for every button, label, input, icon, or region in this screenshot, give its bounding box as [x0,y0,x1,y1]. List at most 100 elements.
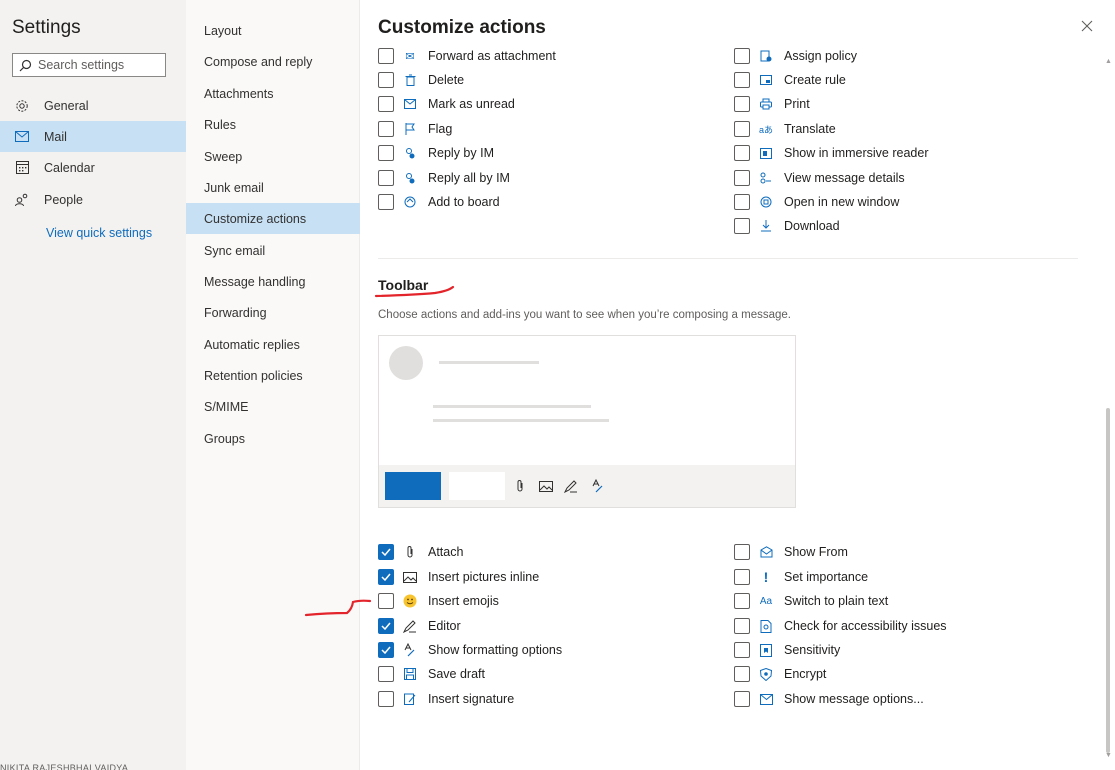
checkbox[interactable] [378,48,394,64]
checkbox[interactable] [378,72,394,88]
mid-item-rules[interactable]: Rules [186,109,360,140]
checkbox[interactable] [734,194,750,210]
option-reply-all-by-im[interactable]: Reply all by IM [378,168,510,188]
option-label: Delete [428,73,465,87]
mid-item-attachments[interactable]: Attachments [186,78,360,109]
checkbox[interactable] [734,618,750,634]
toolbar-option-editor[interactable]: Editor [378,616,461,636]
option-label: Save draft [428,667,485,681]
checkbox-checked[interactable] [378,618,394,634]
toolbar-option-show-formatting-options[interactable]: Show formatting options [378,640,562,660]
editor-pen-icon [563,478,579,494]
mid-item-retention-policies[interactable]: Retention policies [186,360,360,391]
option-add-to-board[interactable]: Add to board [378,192,500,212]
toolbar-option-check-accessibility[interactable]: Check for accessibility issues [734,616,947,636]
mid-item-forwarding[interactable]: Forwarding [186,297,360,328]
mid-item-sweep[interactable]: Sweep [186,141,360,172]
toolbar-option-show-from[interactable]: Show From [734,542,848,562]
option-assign-policy[interactable]: Assign policy [734,48,857,66]
nav-calendar[interactable]: Calendar [0,152,186,183]
option-label: Reply all by IM [428,171,510,185]
checkbox[interactable] [734,544,750,560]
preview-line [433,405,591,408]
format-icon [590,478,606,494]
toolbar-option-insert-emojis[interactable]: Insert emojis [378,591,499,611]
toolbar-option-sensitivity[interactable]: Sensitivity [734,640,840,660]
mid-item-groups[interactable]: Groups [186,423,360,454]
mid-item-message-handling[interactable]: Message handling [186,266,360,297]
scrollbar[interactable]: ▲ ▼ [1103,48,1113,768]
checkbox[interactable] [378,145,394,161]
checkbox[interactable] [734,642,750,658]
option-view-message-details[interactable]: View message details [734,168,905,188]
option-label: Set importance [784,570,869,584]
mid-item-smime[interactable]: S/MIME [186,391,360,422]
checkbox[interactable] [378,96,394,112]
option-reply-by-im[interactable]: Reply by IM [378,143,494,163]
scroll-down-arrow-icon[interactable]: ▼ [1105,752,1112,759]
checkbox[interactable] [734,48,750,64]
checkbox[interactable] [734,96,750,112]
toolbar-option-encrypt[interactable]: Encrypt [734,664,826,684]
checkbox[interactable] [734,569,750,585]
mid-item-junk-email[interactable]: Junk email [186,172,360,203]
checkbox[interactable] [378,121,394,137]
nav-mail[interactable]: Mail [0,121,186,152]
checkbox[interactable] [734,666,750,682]
option-translate[interactable]: aあ Translate [734,119,836,139]
checkbox[interactable] [734,691,750,707]
option-label: Check for accessibility issues [784,619,947,633]
toolbar-option-set-importance[interactable]: ! Set importance [734,567,868,587]
checkbox[interactable] [378,170,394,186]
checkbox[interactable] [378,194,394,210]
toolbar-option-insert-signature[interactable]: Insert signature [378,689,514,709]
checkbox[interactable] [378,666,394,682]
option-label: Insert signature [428,692,515,706]
option-download[interactable]: Download [734,216,840,236]
checkbox[interactable] [734,145,750,161]
mid-item-compose-and-reply[interactable]: Compose and reply [186,46,360,77]
option-print[interactable]: Print [734,94,810,114]
option-flag[interactable]: Flag [378,119,452,139]
option-forward-as-attachment[interactable]: ✉ Forward as attachment [378,48,556,66]
nav-calendar-label: Calendar [44,160,95,175]
checkbox[interactable] [378,691,394,707]
mid-item-layout[interactable]: Layout [186,15,360,46]
scroll-up-arrow-icon[interactable]: ▲ [1105,58,1112,65]
toolbar-option-attach[interactable]: Attach [378,542,463,562]
checkbox-checked[interactable] [378,642,394,658]
mid-item-customize-actions[interactable]: Customize actions [186,203,360,234]
option-label: View message details [784,171,905,185]
flag-icon [402,121,418,137]
close-icon [1081,20,1093,32]
toolbar-option-save-draft[interactable]: Save draft [378,664,485,684]
checkbox[interactable] [734,121,750,137]
scroll-thumb[interactable] [1106,408,1110,753]
mid-item-sync-email[interactable]: Sync email [186,235,360,266]
nav-general[interactable]: General [0,90,186,121]
option-label: Insert pictures inline [428,570,540,584]
search-settings-input[interactable]: Search settings [12,53,166,77]
option-delete[interactable]: Delete [378,70,464,90]
option-create-rule[interactable]: Create rule [734,70,846,90]
option-show-in-immersive-reader[interactable]: Show in immersive reader [734,143,929,163]
checkbox[interactable] [734,218,750,234]
option-open-in-new-window[interactable]: Open in new window [734,192,899,212]
view-quick-settings-link[interactable]: View quick settings [46,226,152,240]
checkbox[interactable] [734,593,750,609]
checkbox[interactable] [734,72,750,88]
nav-people[interactable]: People [0,184,186,215]
toolbar-option-insert-pictures-inline[interactable]: Insert pictures inline [378,567,539,587]
checkbox[interactable] [378,593,394,609]
toolbar-option-show-message-options[interactable]: Show message options... [734,689,924,709]
gear-icon [14,98,30,114]
close-button[interactable] [1079,18,1095,34]
toolbar-option-switch-to-plain-text[interactable]: Aa Switch to plain text [734,591,888,611]
checkbox-checked[interactable] [378,544,394,560]
show-from-icon [758,544,774,560]
option-mark-as-unread[interactable]: Mark as unread [378,94,515,114]
checkbox[interactable] [734,170,750,186]
mid-item-automatic-replies[interactable]: Automatic replies [186,329,360,360]
settings-left-pane: Settings Search settings General Mail Ca… [0,0,186,770]
checkbox-checked[interactable] [378,569,394,585]
